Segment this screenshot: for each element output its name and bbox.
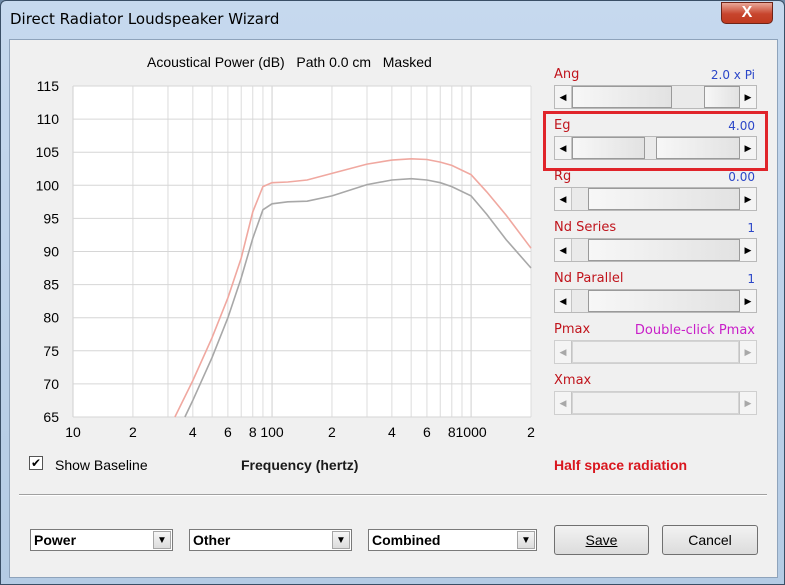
rg-scrollbar[interactable]: ◀ ▶ — [554, 187, 757, 211]
pmax-scrollbar: ◀ ▶ — [554, 340, 757, 364]
arrow-left-icon[interactable]: ◀ — [555, 188, 572, 210]
chevron-down-icon[interactable]: ▼ — [153, 531, 171, 549]
chart-title: Acoustical Power (dB) Path 0.0 cm Masked — [147, 54, 432, 70]
x-tick-label: 6 — [423, 424, 431, 440]
xmax-label: Xmax — [554, 373, 592, 388]
x-tick-label: 4 — [388, 424, 396, 440]
x-tick-label: 8 — [249, 424, 257, 440]
nd-series-value: 1 — [747, 221, 755, 235]
x-tick-label: 1000 — [456, 424, 487, 440]
wizard-window: Direct Radiator Loudspeaker Wizard X Aco… — [0, 0, 785, 585]
rg-value: 0.00 — [728, 170, 755, 184]
nd-series-label: Nd Series — [554, 220, 617, 235]
frequency-response-chart: 6570758085909510010511011510 2 4 6 8 100 2 4 6 8 1… — [36, 78, 535, 440]
show-baseline-checkbox[interactable]: ✔ — [29, 456, 43, 470]
x-tick-label: 2 — [129, 424, 137, 440]
x-tick-label: 100 — [260, 424, 284, 440]
cancel-button[interactable]: Cancel — [662, 525, 758, 555]
y-tick-label: 110 — [37, 111, 60, 127]
y-tick-label: 105 — [36, 144, 60, 160]
y-tick-label: 75 — [43, 343, 59, 359]
nd-parallel-value: 1 — [747, 272, 755, 286]
arrow-right-icon: ▶ — [739, 341, 756, 363]
rg-label: Rg — [554, 169, 572, 184]
nd-parallel-scrollbar[interactable]: ◀ ▶ — [554, 289, 757, 313]
arrow-right-icon[interactable]: ▶ — [739, 239, 756, 261]
show-baseline-label[interactable]: Show Baseline — [55, 457, 148, 473]
y-tick-label: 65 — [43, 409, 59, 425]
y-tick-label: 115 — [37, 78, 60, 94]
xmax-scrollbar: ◀ ▶ — [554, 391, 757, 415]
ang-value: 2.0 x Pi — [710, 68, 755, 82]
display-mode-value: Power — [34, 532, 77, 548]
eg-highlight-box — [543, 111, 768, 171]
x-tick-label: 4 — [189, 424, 197, 440]
ang-label: Ang — [554, 67, 580, 82]
save-button[interactable]: Save — [554, 525, 649, 555]
arrow-right-icon[interactable]: ▶ — [739, 86, 756, 108]
window-title: Direct Radiator Loudspeaker Wizard — [10, 10, 280, 28]
nd-series-scrollbar[interactable]: ◀ ▶ — [554, 238, 757, 262]
radiation-mode-text: Half space radiation — [554, 457, 688, 473]
arrow-left-icon[interactable]: ◀ — [555, 239, 572, 261]
chevron-down-icon[interactable]: ▼ — [517, 531, 535, 549]
combined-value: Combined — [372, 532, 441, 548]
nd-parallel-label: Nd Parallel — [554, 271, 624, 286]
x-tick-label: 10 — [65, 424, 81, 440]
arrow-left-icon[interactable]: ◀ — [555, 290, 572, 312]
arrow-right-icon: ▶ — [739, 392, 756, 414]
xmax-thumb — [572, 392, 739, 414]
arrow-left-icon: ◀ — [555, 341, 572, 363]
display-mode-dropdown[interactable]: Power ▼ — [30, 529, 173, 551]
y-tick-label: 80 — [43, 310, 59, 326]
pmax-value: Double-click Pmax — [634, 323, 755, 338]
other-value: Other — [193, 532, 231, 548]
chevron-down-icon[interactable]: ▼ — [332, 531, 350, 549]
arrow-right-icon[interactable]: ▶ — [739, 188, 756, 210]
separator-line — [19, 494, 767, 496]
rg-thumb[interactable] — [588, 188, 740, 210]
pmax-label: Pmax — [554, 322, 591, 337]
y-tick-label: 90 — [43, 244, 59, 260]
x-tick-label: 2 — [527, 424, 535, 440]
arrow-left-icon: ◀ — [555, 392, 572, 414]
combined-dropdown[interactable]: Combined ▼ — [368, 529, 537, 551]
x-axis-label: Frequency (hertz) — [241, 457, 359, 473]
y-tick-label: 100 — [36, 177, 60, 193]
nd-series-thumb[interactable] — [588, 239, 740, 261]
y-tick-label: 70 — [43, 376, 59, 392]
y-tick-label: 95 — [43, 210, 59, 226]
close-button[interactable]: X — [721, 2, 773, 24]
arrow-right-icon[interactable]: ▶ — [739, 290, 756, 312]
ang-scrollbar[interactable]: ◀ ▶ — [554, 85, 757, 109]
pmax-thumb — [572, 341, 739, 363]
x-tick-label: 6 — [224, 424, 232, 440]
ang-thumb[interactable] — [572, 86, 672, 108]
nd-parallel-thumb[interactable] — [588, 290, 740, 312]
ang-thumb[interactable] — [704, 86, 740, 108]
arrow-left-icon[interactable]: ◀ — [555, 86, 572, 108]
other-dropdown[interactable]: Other ▼ — [189, 529, 352, 551]
y-tick-label: 85 — [43, 277, 59, 293]
x-tick-label: 2 — [328, 424, 336, 440]
save-button-label: Save — [585, 532, 618, 548]
